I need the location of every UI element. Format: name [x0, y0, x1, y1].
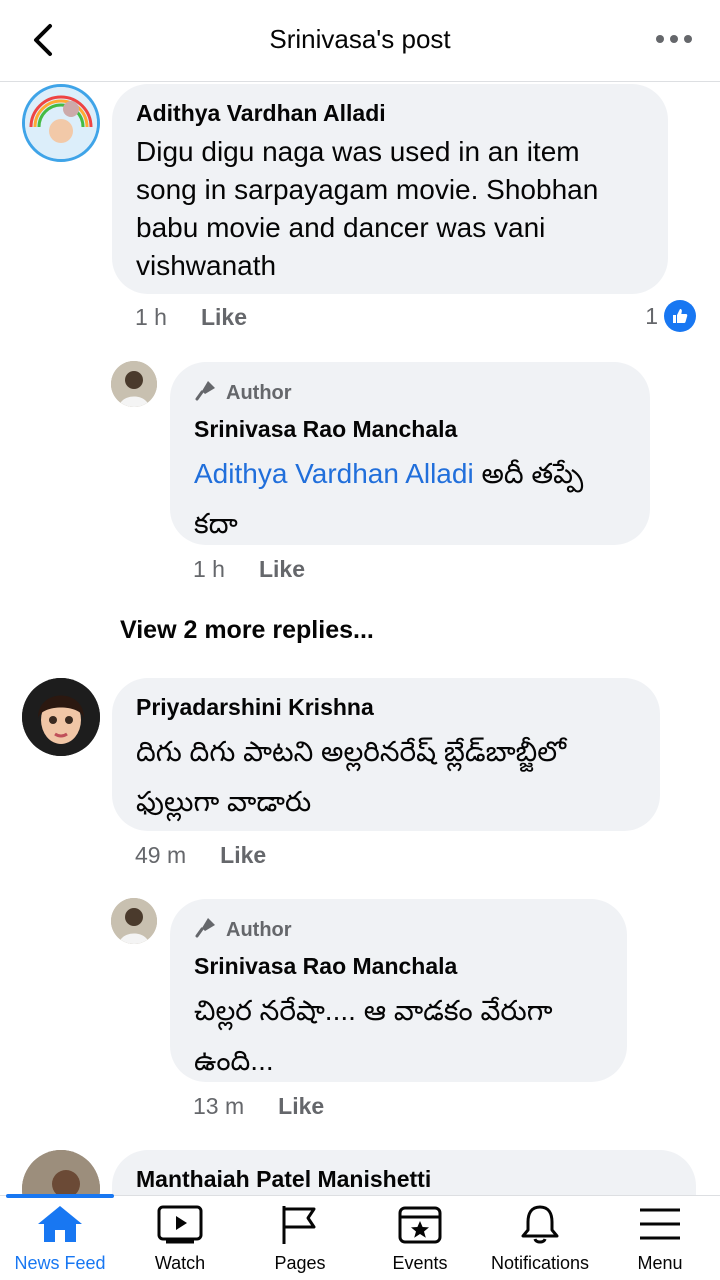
- bottom-navigation: News Feed Watch Pages Events Notificatio…: [0, 1194, 720, 1280]
- commenter-name[interactable]: Manthaiah Patel Manishetti: [136, 1166, 672, 1193]
- tab-label: Watch: [154, 1253, 206, 1273]
- author-badge: Author: [194, 915, 603, 945]
- commenter-name[interactable]: Srinivasa Rao Manchala: [194, 953, 603, 980]
- comment-text: చిల్లర నరేషా.... ఆ వాడకం వేరుగా ఉంది...: [194, 995, 553, 1076]
- comment-text: Digu digu naga was used in an item song …: [136, 136, 599, 281]
- comment-meta: 1 h Like: [135, 304, 247, 331]
- home-icon: [36, 1204, 84, 1249]
- tab-notifications[interactable]: Notifications: [480, 1204, 600, 1274]
- tab-news-feed[interactable]: News Feed: [0, 1204, 120, 1274]
- tab-label: Notifications: [490, 1253, 590, 1273]
- reply-bubble[interactable]: Author Srinivasa Rao Manchala చిల్లర నరే…: [170, 899, 627, 1082]
- comment-time: 49 m: [135, 842, 187, 868]
- thumbs-up-icon: [664, 300, 696, 332]
- comment-meta: 13 m Like: [193, 1093, 324, 1120]
- view-more-replies-link[interactable]: View 2 more replies...: [120, 616, 374, 645]
- avatar[interactable]: [22, 678, 100, 756]
- comment-text: Adithya Vardhan Alladi అదీ తప్పే కదా: [194, 449, 626, 549]
- tab-watch[interactable]: Watch: [120, 1204, 240, 1274]
- tab-label: News Feed: [14, 1253, 106, 1273]
- comment-meta: 49 m Like: [135, 842, 266, 869]
- tab-label: Pages: [274, 1253, 326, 1273]
- author-label: Author: [226, 381, 292, 404]
- commenter-name[interactable]: Adithya Vardhan Alladi: [136, 100, 644, 127]
- comment-time: 13 m: [193, 1093, 245, 1119]
- microphone-icon: [194, 378, 218, 408]
- like-button[interactable]: Like: [278, 1093, 324, 1120]
- active-tab-indicator: [6, 1194, 114, 1198]
- comment-time: 1 h: [135, 304, 167, 330]
- tab-label: Menu: [637, 1253, 683, 1273]
- author-label: Author: [226, 918, 292, 941]
- like-button[interactable]: Like: [201, 304, 247, 331]
- reaction-count: 1: [645, 302, 658, 329]
- bell-icon: [516, 1204, 564, 1249]
- page-title: Srinivasa's post: [269, 24, 451, 54]
- watch-icon: [156, 1204, 204, 1249]
- mention-link[interactable]: Adithya Vardhan Alladi: [194, 458, 474, 489]
- calendar-icon: [396, 1204, 444, 1249]
- comments-list: Adithya Vardhan Alladi Digu digu naga wa…: [0, 82, 720, 1195]
- avatar[interactable]: [22, 84, 100, 162]
- commenter-name[interactable]: Priyadarshini Krishna: [136, 694, 636, 721]
- flag-icon: [276, 1204, 324, 1249]
- comment-bubble[interactable]: Adithya Vardhan Alladi Digu digu naga wa…: [112, 84, 668, 294]
- author-badge: Author: [194, 378, 626, 408]
- commenter-name[interactable]: Srinivasa Rao Manchala: [194, 416, 626, 443]
- reaction-summary[interactable]: 1: [645, 300, 696, 332]
- more-options-icon[interactable]: [654, 24, 694, 54]
- avatar[interactable]: [22, 1150, 100, 1195]
- reply-bubble[interactable]: Author Srinivasa Rao Manchala Adithya Va…: [170, 362, 650, 545]
- avatar[interactable]: [111, 361, 157, 407]
- menu-icon: [636, 1204, 684, 1249]
- like-button[interactable]: Like: [220, 842, 266, 869]
- microphone-icon: [194, 915, 218, 945]
- comment-bubble[interactable]: Manthaiah Patel Manishetti: [112, 1150, 696, 1195]
- comment-meta: 1 h Like: [193, 556, 305, 583]
- like-button[interactable]: Like: [259, 556, 305, 583]
- tab-pages[interactable]: Pages: [240, 1204, 360, 1274]
- tab-events[interactable]: Events: [360, 1204, 480, 1274]
- top-bar: Srinivasa's post: [0, 0, 720, 82]
- comment-bubble[interactable]: Priyadarshini Krishna దిగు దిగు పాటని అల…: [112, 678, 660, 831]
- tab-label: Events: [392, 1253, 448, 1273]
- avatar[interactable]: [111, 898, 157, 944]
- tab-menu[interactable]: Menu: [600, 1204, 720, 1274]
- comment-time: 1 h: [193, 556, 225, 582]
- comment-text: దిగు దిగు పాటని అల్లరినరేష్ బ్లేడ్‌బాబ్జ…: [136, 736, 567, 817]
